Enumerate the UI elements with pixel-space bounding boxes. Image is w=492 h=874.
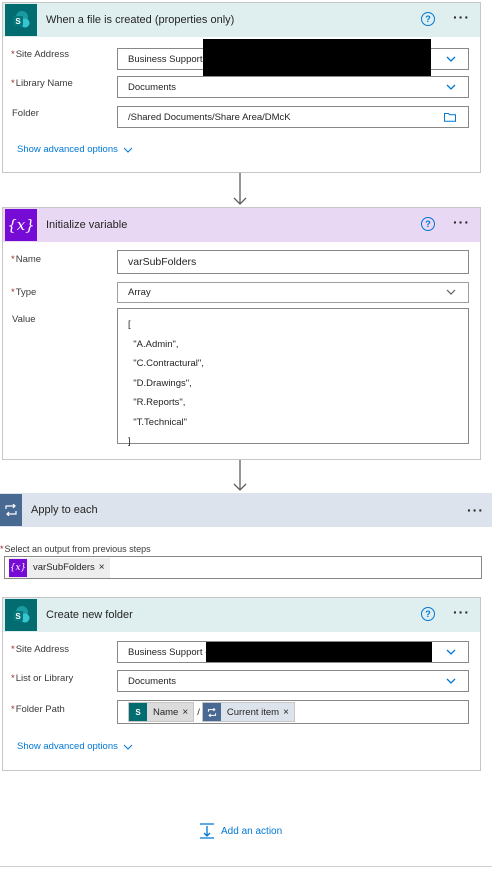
- apply-to-each-title: Apply to each: [31, 504, 98, 516]
- help-icon[interactable]: ?: [421, 12, 435, 26]
- value-line: "R.Reports",: [128, 397, 186, 408]
- sharepoint-icon: S: [129, 703, 147, 721]
- sharepoint-icon: S: [5, 4, 37, 36]
- variable-type-select[interactable]: Array: [117, 282, 469, 303]
- add-action-icon: [200, 823, 214, 839]
- value-line: "T.Technical": [128, 416, 188, 428]
- flow-arrow: [233, 173, 247, 205]
- type-label: *Type: [11, 287, 37, 298]
- token-name[interactable]: S Name ×: [128, 702, 195, 722]
- trigger-title: When a file is created (properties only): [46, 14, 235, 26]
- value-label: Value: [12, 314, 36, 325]
- folder-picker-icon[interactable]: [444, 112, 456, 122]
- chevron-down-icon[interactable]: [446, 647, 456, 657]
- sharepoint-icon: S: [5, 599, 37, 631]
- initialize-variable-card: {x} Initialize variable ? ··· *Name varS…: [2, 207, 481, 460]
- token-varsubfolders[interactable]: {x} varSubFolders ×: [9, 557, 110, 578]
- more-icon[interactable]: ···: [453, 10, 470, 24]
- show-advanced-options-link[interactable]: Show advanced options: [17, 144, 133, 155]
- value-line: "C.Contractural",: [128, 358, 204, 369]
- chevron-down-icon[interactable]: [446, 676, 456, 686]
- name-label: *Name: [11, 254, 42, 265]
- create-folder-title: Create new folder: [46, 609, 133, 621]
- chevron-down-icon[interactable]: [446, 82, 456, 92]
- value-line: "A.Admin",: [128, 338, 179, 350]
- value-line: "D.Drawings",: [128, 377, 192, 389]
- select-output-field[interactable]: {x} varSubFolders ×: [4, 556, 482, 579]
- initialize-variable-header[interactable]: {x} Initialize variable ? ···: [3, 208, 480, 242]
- variable-icon: {x}: [9, 558, 27, 577]
- more-icon[interactable]: ···: [453, 215, 470, 229]
- loop-icon: [0, 494, 22, 526]
- remove-token-icon[interactable]: ×: [99, 562, 110, 573]
- show-advanced-options-link[interactable]: Show advanced options: [17, 741, 133, 752]
- value-line: [: [128, 319, 131, 330]
- variable-value-input[interactable]: [ "A.Admin", "C.Contractural", "D.Drawin…: [117, 308, 469, 447]
- value-line: ]: [128, 436, 131, 447]
- flow-arrow: [233, 460, 247, 491]
- variable-icon: {x}: [5, 209, 37, 241]
- more-icon[interactable]: ···: [453, 605, 470, 619]
- folder-label: Folder: [12, 108, 39, 119]
- chevron-down-icon: [123, 147, 133, 153]
- create-folder-card: S Create new folder ? ··· *Site Address …: [2, 597, 481, 771]
- add-action-button[interactable]: Add an action: [199, 823, 282, 839]
- redacted-block: [203, 39, 431, 77]
- trigger-header[interactable]: S When a file is created (properties onl…: [3, 3, 480, 37]
- help-icon[interactable]: ?: [421, 217, 435, 231]
- token-current-item[interactable]: Current item ×: [201, 702, 295, 722]
- folder-path-field[interactable]: S Name × / Current item ×: [117, 700, 469, 724]
- loop-icon: [202, 703, 221, 721]
- remove-token-icon[interactable]: ×: [283, 707, 294, 718]
- apply-to-each-header[interactable]: Apply to each ···: [0, 493, 492, 527]
- site-address-label: *Site Address: [11, 644, 70, 655]
- bottom-divider: [0, 866, 492, 867]
- help-icon[interactable]: ?: [421, 607, 435, 621]
- path-separator: /: [197, 706, 200, 718]
- chevron-down-icon[interactable]: [446, 287, 456, 297]
- redacted-block: [206, 642, 432, 662]
- list-or-library-field[interactable]: Documents: [117, 670, 469, 692]
- svg-text:S: S: [15, 17, 21, 26]
- more-icon[interactable]: ···: [467, 503, 484, 517]
- svg-text:S: S: [15, 612, 21, 621]
- list-or-library-label: *List or Library: [11, 673, 74, 684]
- chevron-down-icon: [123, 744, 133, 750]
- remove-token-icon[interactable]: ×: [182, 707, 193, 718]
- trigger-card: S When a file is created (properties onl…: [2, 2, 481, 173]
- select-output-label: *Select an output from previous steps: [0, 544, 151, 554]
- folder-field[interactable]: /Shared Documents/Share Area/DMcK: [117, 106, 469, 128]
- variable-name-input[interactable]: varSubFolders: [117, 250, 469, 274]
- library-name-label: *Library Name: [11, 78, 73, 89]
- initialize-variable-title: Initialize variable: [46, 219, 128, 231]
- site-address-label: *Site Address: [11, 49, 70, 60]
- chevron-down-icon[interactable]: [446, 54, 456, 64]
- create-folder-header[interactable]: S Create new folder ? ···: [3, 598, 480, 632]
- library-name-field[interactable]: Documents: [117, 76, 469, 98]
- folder-path-label: *Folder Path: [11, 704, 65, 715]
